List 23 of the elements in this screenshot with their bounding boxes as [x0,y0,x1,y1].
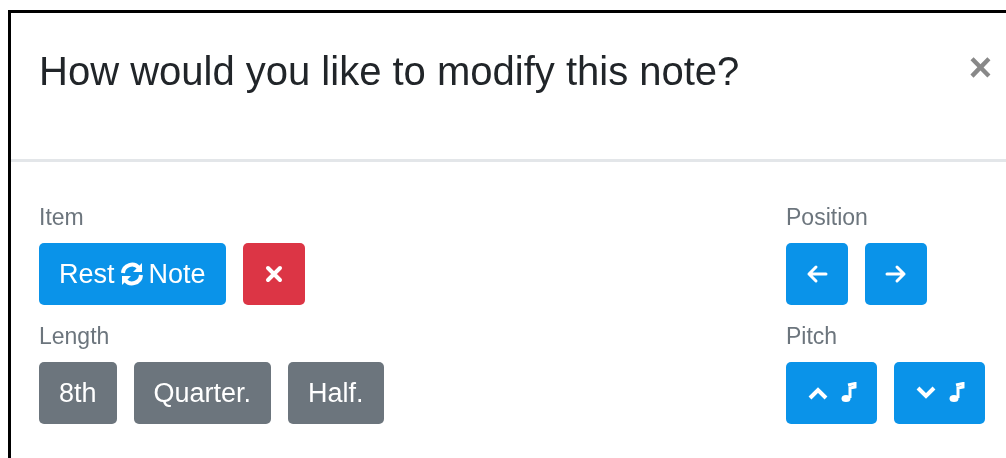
caret-up-icon [806,386,829,400]
pitch-down-button[interactable] [894,362,985,424]
arrow-left-icon [806,264,828,284]
dialog-title: How would you like to modify this note? [39,48,740,95]
arrow-right-icon [885,264,907,284]
music-note-icon [841,382,856,402]
music-note-icon [949,382,964,402]
section-label: Pitch [786,325,839,348]
section-label: Item [39,206,85,229]
delete-button[interactable] [242,243,305,305]
section-label: Position [786,206,869,229]
move-right-button[interactable] [865,243,927,305]
swap-button[interactable]: Rest Note [39,243,226,305]
refresh-icon [118,261,145,287]
length-button[interactable]: Quarter. [133,362,272,424]
length-button[interactable]: 8th [39,362,117,424]
pitch-up-button[interactable] [786,362,877,424]
close-icon [264,265,283,283]
move-left-button[interactable] [786,243,848,305]
length-button[interactable]: Half. [288,362,384,424]
close-button[interactable]: × [968,47,992,87]
caret-down-icon [914,386,937,400]
section-label: Length [39,325,111,348]
